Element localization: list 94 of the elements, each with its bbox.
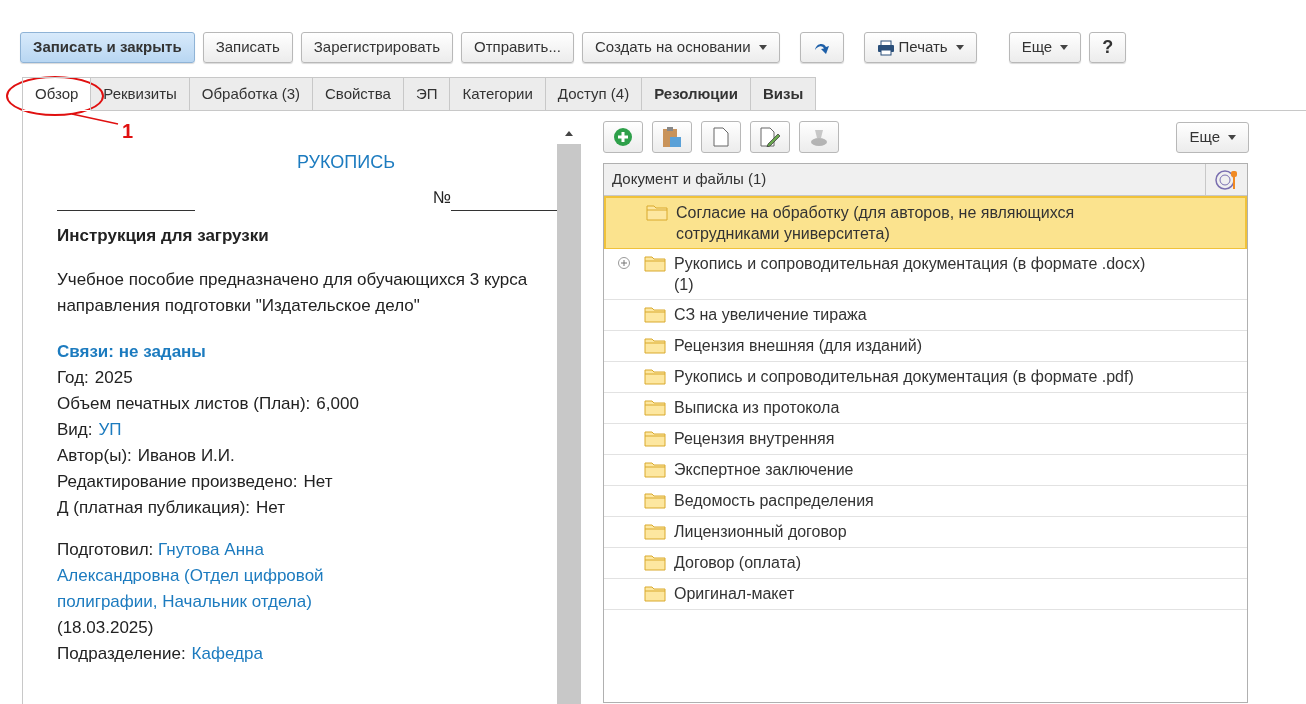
field-label: Подразделение: [57,643,186,665]
caret-icon [1228,134,1236,140]
folder-icon [644,429,666,447]
more-button[interactable]: Еще [1176,121,1249,153]
tree-row[interactable]: Экспертное заключение [604,455,1247,486]
toolbar-button[interactable]: Отправить... [461,32,574,63]
folder-icon [644,367,666,385]
tree-row[interactable]: СЗ на увеличение тиража [604,300,1247,331]
toolbar-button[interactable]: Создать на основании [581,32,780,63]
add-button[interactable] [603,121,643,153]
number-label: № [432,187,451,209]
field-label: Автор(ы): [57,445,132,467]
tab[interactable]: Доступ (4) [544,77,643,111]
field-value: Иванов И.И. [137,445,235,467]
clipboard-icon [662,126,682,148]
help-button[interactable]: ? [1089,32,1127,63]
links-link[interactable]: Связи: не заданы [57,339,206,365]
tab[interactable]: Обзор [22,77,92,111]
folder-label: Рецензия внутренняя [674,429,836,449]
tree-row[interactable]: Рукопись и сопроводительная документация (в формате .docx) (1) [604,249,1247,300]
leader-line [70,112,120,126]
document-title: Инструкция для загрузки [57,225,270,247]
folder-icon [644,491,666,509]
tab[interactable]: ЭП [402,77,451,111]
toolbar-button[interactable]: Зарегистрировать [300,32,453,63]
tree-row[interactable]: Рукопись и сопроводительная документация (в формате .pdf) [604,362,1247,393]
folder-icon [644,522,666,540]
field-label: Объем печатных листов (План): [57,393,311,415]
tree-row[interactable]: Рецензия внешняя (для изданий) [604,331,1247,362]
folder-icon [644,553,666,571]
toolbar-button[interactable]: Записать [202,32,293,63]
folder-icon [644,584,666,602]
document-icon [713,127,729,147]
folder-label: СЗ на увеличение тиража [674,305,868,325]
folder-icon [644,305,666,323]
tree-row[interactable]: Оригинал-макет [604,579,1247,610]
folder-icon [644,336,666,354]
tree-row[interactable]: Договор (оплата) [604,548,1247,579]
department-link[interactable]: Кафедра [191,641,263,667]
paste-button[interactable] [652,121,692,153]
folder-label: Рецензия внешняя (для изданий) [674,336,923,356]
field-value: 6,000 [316,393,359,415]
scanner-icon [809,127,829,147]
scrollbar-thumb[interactable] [557,144,581,704]
document-pencil-icon [760,127,780,147]
folder-label: Рукопись и сопроводительная документация (в формате .docx) (1) [674,254,1147,295]
more-button[interactable]: Еще [1008,32,1082,63]
tab[interactable]: Резолюции [641,77,752,111]
folder-label: Экспертное заключение [674,460,855,480]
prepared-date: (18.03.2025) [57,617,154,639]
folder-label: Договор (оплата) [674,553,802,573]
expand-icon[interactable] [618,257,630,269]
folder-label: Ведомость распределения [674,491,875,511]
field-value: Нет [303,471,333,493]
field-link[interactable]: УП [98,417,122,443]
field-value: Нет [256,497,285,519]
print-button[interactable]: Печать [863,32,977,63]
document-heading: РУКОПИСЬ [296,151,396,174]
tab[interactable]: Реквизиты [90,77,190,111]
field-label: Год: [57,367,89,389]
tab[interactable]: Категории [449,77,546,111]
folder-icon [644,254,666,272]
folder-icon [644,460,666,478]
annotation-label: 1 [122,119,134,144]
prepared-by: Подготовил: Гнутова Анна Александровна (Отдел цифровой полиграфии, Начальник отдела) [57,539,325,613]
description: Учебное пособие предназначено для обучающихся 3 курса направления подготовки "Издательское дело" [57,269,529,317]
tree-row[interactable]: Рецензия внутренняя [604,424,1247,455]
save-and-close-button[interactable]: Записать и закрыть [20,32,195,63]
tree-row[interactable]: Выписка из протокола [604,393,1247,424]
field-label: Д (платная публикация): [57,497,251,519]
column-header: Документ и файлы (1) [611,169,768,190]
folder-icon [646,203,668,221]
tree-row[interactable]: Ведомость распределения [604,486,1247,517]
edit-button[interactable] [750,121,790,153]
folder-icon [644,398,666,416]
printer-icon [876,39,895,56]
folder-label: Оригинал-макет [674,584,796,604]
tab[interactable]: Обработка (3) [188,77,313,111]
scroll-up-icon [565,131,573,136]
new-file-button[interactable] [701,121,741,153]
tab[interactable]: Свойства [312,77,404,111]
tab[interactable]: Визы [750,77,817,111]
folder-label: Согласие на обработку (для авторов, не являющихся сотрудниками университета) [676,203,1076,244]
field-value: 2025 [94,367,133,389]
tree-row[interactable]: Лицензионный договор [604,517,1247,548]
field-label: Вид: [57,419,93,441]
field-label: Редактирование произведено: [57,471,298,493]
folder-label: Рукопись и сопроводительная документация (в формате .pdf) [674,367,1135,387]
folder-label: Лицензионный договор [674,522,848,542]
scan-button[interactable] [799,121,839,153]
folder-label: Выписка из протокола [674,398,841,418]
tree-row[interactable]: Согласие на обработку (для авторов, не являющихся сотрудниками университета) [604,196,1247,249]
redo-button[interactable] [799,32,844,63]
plus-icon [613,127,633,147]
